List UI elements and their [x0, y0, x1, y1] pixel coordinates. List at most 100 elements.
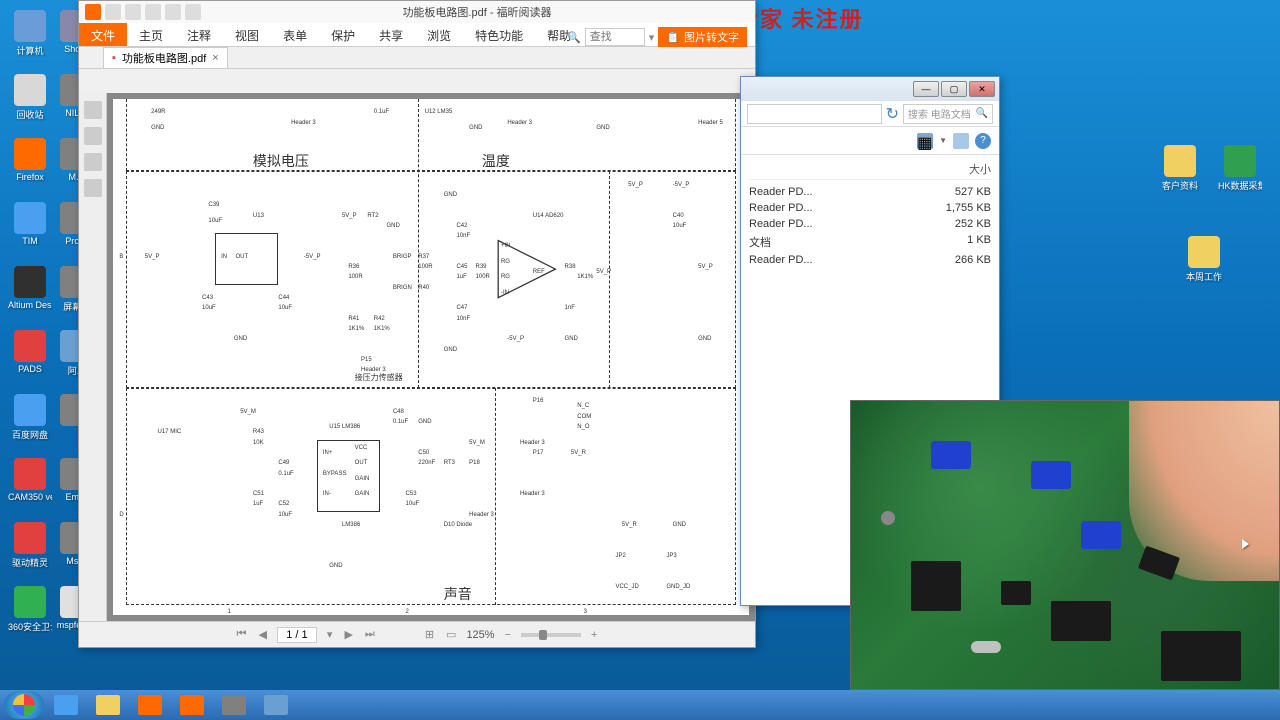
print-icon[interactable] [145, 4, 161, 20]
image-to-text-button[interactable]: 📋 图片转文字 [658, 27, 747, 47]
thumbnail-icon[interactable] [84, 127, 102, 145]
taskbar [0, 690, 1280, 720]
file-row[interactable]: Reader PD...1,755 KB [749, 200, 991, 216]
section-label-analog: 模拟电压 [253, 151, 309, 171]
open-icon[interactable] [105, 4, 121, 20]
pdf-content-area: 模拟电压 温度 声音 接压力传感器 249R GND Header 3 0.1u… [79, 93, 755, 621]
desktop-folder[interactable]: 本周工作 [1184, 236, 1224, 292]
redo-icon[interactable] [185, 4, 201, 20]
preview-pane-icon[interactable] [953, 133, 969, 149]
undo-icon[interactable] [165, 4, 181, 20]
zoom-out-icon[interactable]: − [503, 629, 513, 641]
desktop-shortcut[interactable]: 驱动精灵 [10, 522, 50, 578]
layers-icon[interactable] [84, 179, 102, 197]
last-page-icon[interactable]: ⏭ [363, 628, 377, 641]
dropdown-icon[interactable]: ▾ [325, 628, 335, 641]
desktop-shortcut[interactable]: TIM [10, 202, 50, 258]
desktop-shortcut[interactable]: Firefox [10, 138, 50, 194]
taskbar-item-app[interactable] [256, 692, 296, 718]
ribbon-tab-1[interactable]: 主页 [127, 23, 175, 46]
bookmark-icon[interactable] [84, 101, 102, 119]
ribbon-tab-0[interactable]: 文件 [79, 23, 127, 46]
document-tabbar: ▪ 功能板电路图.pdf × [79, 47, 755, 69]
pcb-camera-inset [850, 400, 1280, 690]
ribbon-tab-8[interactable]: 特色功能 [463, 23, 535, 46]
app-icon [85, 4, 101, 20]
desktop-shortcut[interactable]: PADS [10, 330, 50, 386]
pdf-search-area: 🔍 ▾ 📋 图片转文字 [567, 27, 747, 47]
ribbon-tab-6[interactable]: 共享 [367, 23, 415, 46]
search-field[interactable]: 搜索 电路文档 🔍 [903, 104, 993, 124]
explorer-toolbar: ▦ ▼ ? [741, 127, 999, 155]
desktop-shortcut[interactable]: HK数据采集卡型号规... [1220, 145, 1260, 201]
explorer-file-list: 大小 Reader PD...527 KBReader PD...1,755 K… [741, 155, 999, 274]
ocr-icon: 📋 [666, 31, 680, 44]
fit-width-icon[interactable]: ⊞ [423, 628, 436, 641]
section-label-sound: 声音 [444, 584, 472, 604]
close-button[interactable]: ✕ [969, 81, 995, 97]
page-number-input[interactable] [277, 627, 317, 643]
taskbar-item-explorer[interactable] [88, 692, 128, 718]
desktop-shortcut[interactable]: 360安全卫士 [10, 586, 50, 642]
help-icon[interactable]: ? [975, 133, 991, 149]
search-icon: 🔍 [976, 108, 988, 119]
ribbon-tab-2[interactable]: 注释 [175, 23, 223, 46]
section-label-pressure: 接压力传感器 [355, 372, 403, 383]
maximize-button[interactable]: ▢ [941, 81, 967, 97]
prev-page-icon[interactable]: ◀ [256, 628, 268, 641]
zoom-level: 125% [466, 629, 494, 641]
desktop-icons-col1: 计算机回收站 Firefox TIM Altium Designer PADS 百度网盘 C… [10, 10, 50, 650]
search-input[interactable] [585, 28, 645, 46]
desktop-shortcut[interactable]: 客户资料 [1160, 145, 1200, 201]
column-headers[interactable]: 大小 [749, 161, 991, 180]
save-icon[interactable] [125, 4, 141, 20]
view-dropdown-icon[interactable]: ▼ [939, 136, 947, 145]
cursor-icon [1242, 539, 1249, 549]
schematic-page: 模拟电压 温度 声音 接压力传感器 249R GND Header 3 0.1u… [113, 99, 749, 615]
first-page-icon[interactable]: ⏮ [235, 628, 249, 641]
file-row[interactable]: Reader PD...527 KB [749, 184, 991, 200]
fit-page-icon[interactable]: ▭ [444, 628, 458, 641]
pdf-statusbar: ⏮ ◀ ▾ ▶ ⏭ ⊞ ▭ 125% − + [79, 621, 755, 647]
desktop-shortcut[interactable]: 计算机 [10, 10, 50, 66]
zoom-slider[interactable] [521, 633, 581, 637]
file-row[interactable]: Reader PD...266 KB [749, 252, 991, 268]
desktop-shortcut[interactable]: 百度网盘 [10, 394, 50, 450]
file-row[interactable]: Reader PD...252 KB [749, 216, 991, 232]
section-label-temp: 温度 [482, 151, 510, 171]
windows-logo-icon [13, 694, 35, 716]
taskbar-item-ie[interactable] [46, 692, 86, 718]
pdf-sidebar [79, 93, 107, 621]
taskbar-item-recorder[interactable] [214, 692, 254, 718]
view-options-icon[interactable]: ▦ [917, 133, 933, 149]
attachment-icon[interactable] [84, 153, 102, 171]
minimize-button[interactable]: — [913, 81, 939, 97]
search-icon: 🔍 [567, 31, 581, 44]
taskbar-item-foxit[interactable] [172, 692, 212, 718]
desktop-shortcut[interactable]: Altium Designer [10, 266, 50, 322]
ribbon-tab-3[interactable]: 视图 [223, 23, 271, 46]
file-row[interactable]: 文档1 KB [749, 232, 991, 252]
desktop-icons-right-2: 本周工作 [1184, 236, 1224, 300]
taskbar-item-firefox[interactable] [130, 692, 170, 718]
next-page-icon[interactable]: ▶ [342, 628, 354, 641]
explorer-address-bar: ↻ 搜索 电路文档 🔍 [741, 101, 999, 127]
ribbon-tab-7[interactable]: 浏览 [415, 23, 463, 46]
zoom-in-icon[interactable]: + [589, 629, 599, 641]
explorer-titlebar: — ▢ ✕ [741, 77, 999, 101]
start-button[interactable] [4, 691, 44, 719]
close-tab-icon[interactable]: × [212, 52, 218, 64]
search-dropdown-icon[interactable]: ▾ [649, 31, 655, 44]
document-tab[interactable]: ▪ 功能板电路图.pdf × [103, 47, 228, 68]
pdf-reader-window: 功能板电路图.pdf - 福昕阅读器 文件主页注释视图表单保护共享浏览特色功能帮… [78, 0, 756, 648]
desktop-shortcut[interactable]: CAM350 ver 8.6 [10, 458, 50, 514]
refresh-icon[interactable]: ↻ [886, 104, 899, 124]
ribbon-tab-4[interactable]: 表单 [271, 23, 319, 46]
window-title: 功能板电路图.pdf - 福昕阅读器 [205, 4, 749, 20]
size-column-header[interactable]: 大小 [969, 161, 991, 177]
pdf-canvas[interactable]: 模拟电压 温度 声音 接压力传感器 249R GND Header 3 0.1u… [107, 93, 755, 621]
address-field[interactable] [747, 104, 882, 124]
desktop-icons-right: 客户资料 HK数据采集卡型号规... [1160, 145, 1260, 209]
desktop-shortcut[interactable]: 回收站 [10, 74, 50, 130]
ribbon-tab-5[interactable]: 保护 [319, 23, 367, 46]
